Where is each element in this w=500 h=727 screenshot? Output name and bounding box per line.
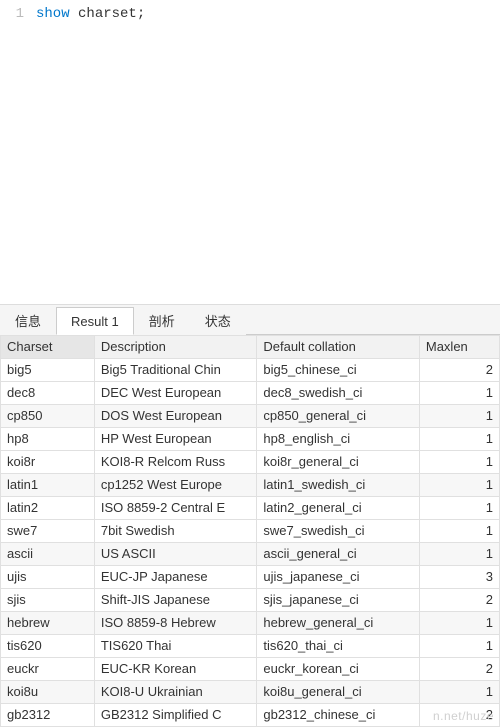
tab-1[interactable]: Result 1 xyxy=(56,307,134,335)
cell-description: ISO 8859-8 Hebrew xyxy=(94,612,257,635)
cell-maxlen: 2 xyxy=(419,658,499,681)
table-row[interactable]: euckrEUC-KR Koreaneuckr_korean_ci2 xyxy=(1,658,500,681)
tab-3[interactable]: 状态 xyxy=(190,304,246,335)
col-maxlen[interactable]: Maxlen xyxy=(419,336,499,359)
code-content: show charset; xyxy=(36,4,145,24)
result-tabs: 信息Result 1剖析状态 xyxy=(0,305,500,335)
cell-collation: latin2_general_ci xyxy=(257,497,420,520)
cell-maxlen: 1 xyxy=(419,428,499,451)
table-row[interactable]: hp8HP West Europeanhp8_english_ci1 xyxy=(1,428,500,451)
cell-description: KOI8-R Relcom Russ xyxy=(94,451,257,474)
cell-collation: hebrew_general_ci xyxy=(257,612,420,635)
cell-collation: hp8_english_ci xyxy=(257,428,420,451)
cell-description: TIS620 Thai xyxy=(94,635,257,658)
table-row[interactable]: koi8uKOI8-U Ukrainiankoi8u_general_ci1 xyxy=(1,681,500,704)
cell-description: DOS West European xyxy=(94,405,257,428)
cell-collation: koi8u_general_ci xyxy=(257,681,420,704)
cell-collation: koi8r_general_ci xyxy=(257,451,420,474)
cell-charset: cp850 xyxy=(1,405,95,428)
cell-description: Big5 Traditional Chin xyxy=(94,359,257,382)
cell-charset: dec8 xyxy=(1,382,95,405)
cell-maxlen: 1 xyxy=(419,543,499,566)
cell-collation: tis620_thai_ci xyxy=(257,635,420,658)
sql-keyword: show xyxy=(36,6,70,22)
table-row[interactable]: sjisShift-JIS Japanesesjis_japanese_ci2 xyxy=(1,589,500,612)
cell-maxlen: 2 xyxy=(419,589,499,612)
cell-maxlen: 2 xyxy=(419,359,499,382)
col-description[interactable]: Description xyxy=(94,336,257,359)
cell-collation: gb2312_chinese_ci xyxy=(257,704,420,727)
header-row: Charset Description Default collation Ma… xyxy=(1,336,500,359)
cell-charset: sjis xyxy=(1,589,95,612)
cell-charset: big5 xyxy=(1,359,95,382)
table-row[interactable]: big5Big5 Traditional Chinbig5_chinese_ci… xyxy=(1,359,500,382)
table-row[interactable]: tis620TIS620 Thaitis620_thai_ci1 xyxy=(1,635,500,658)
cell-description: DEC West European xyxy=(94,382,257,405)
cell-description: US ASCII xyxy=(94,543,257,566)
cell-description: Shift-JIS Japanese xyxy=(94,589,257,612)
table-row[interactable]: gb2312GB2312 Simplified Cgb2312_chinese_… xyxy=(1,704,500,727)
cell-charset: euckr xyxy=(1,658,95,681)
table-row[interactable]: koi8rKOI8-R Relcom Russkoi8r_general_ci1 xyxy=(1,451,500,474)
cell-maxlen: 1 xyxy=(419,474,499,497)
cell-description: ISO 8859-2 Central E xyxy=(94,497,257,520)
table-row[interactable]: latin2ISO 8859-2 Central Elatin2_general… xyxy=(1,497,500,520)
cell-collation: ascii_general_ci xyxy=(257,543,420,566)
cell-charset: hebrew xyxy=(1,612,95,635)
col-charset[interactable]: Charset xyxy=(1,336,95,359)
cell-charset: ascii xyxy=(1,543,95,566)
table-row[interactable]: asciiUS ASCIIascii_general_ci1 xyxy=(1,543,500,566)
cell-charset: latin2 xyxy=(1,497,95,520)
cell-description: GB2312 Simplified C xyxy=(94,704,257,727)
cell-charset: gb2312 xyxy=(1,704,95,727)
cell-maxlen: 1 xyxy=(419,405,499,428)
result-table-wrap: Charset Description Default collation Ma… xyxy=(0,335,500,727)
cell-maxlen: 1 xyxy=(419,520,499,543)
cell-collation: big5_chinese_ci xyxy=(257,359,420,382)
cell-description: 7bit Swedish xyxy=(94,520,257,543)
cell-charset: koi8u xyxy=(1,681,95,704)
sql-editor[interactable]: 1 show charset; xyxy=(0,0,500,305)
cell-collation: cp850_general_ci xyxy=(257,405,420,428)
cell-charset: koi8r xyxy=(1,451,95,474)
cell-description: KOI8-U Ukrainian xyxy=(94,681,257,704)
cell-charset: ujis xyxy=(1,566,95,589)
cell-collation: ujis_japanese_ci xyxy=(257,566,420,589)
result-table: Charset Description Default collation Ma… xyxy=(0,335,500,727)
tab-0[interactable]: 信息 xyxy=(0,304,56,335)
cell-collation: latin1_swedish_ci xyxy=(257,474,420,497)
cell-maxlen: 1 xyxy=(419,382,499,405)
tab-2[interactable]: 剖析 xyxy=(134,304,190,335)
cell-maxlen: 3 xyxy=(419,566,499,589)
cell-maxlen: 1 xyxy=(419,612,499,635)
table-row[interactable]: hebrewISO 8859-8 Hebrewhebrew_general_ci… xyxy=(1,612,500,635)
cell-maxlen: 1 xyxy=(419,635,499,658)
table-row[interactable]: dec8DEC West Europeandec8_swedish_ci1 xyxy=(1,382,500,405)
cell-maxlen: 1 xyxy=(419,681,499,704)
cell-description: HP West European xyxy=(94,428,257,451)
cell-description: EUC-KR Korean xyxy=(94,658,257,681)
cell-description: cp1252 West Europe xyxy=(94,474,257,497)
cell-collation: euckr_korean_ci xyxy=(257,658,420,681)
cell-maxlen: 1 xyxy=(419,497,499,520)
table-row[interactable]: ujisEUC-JP Japaneseujis_japanese_ci3 xyxy=(1,566,500,589)
cell-collation: swe7_swedish_ci xyxy=(257,520,420,543)
cell-charset: latin1 xyxy=(1,474,95,497)
cell-maxlen: 1 xyxy=(419,451,499,474)
cell-charset: swe7 xyxy=(1,520,95,543)
table-row[interactable]: latin1cp1252 West Europelatin1_swedish_c… xyxy=(1,474,500,497)
table-row[interactable]: swe77bit Swedishswe7_swedish_ci1 xyxy=(1,520,500,543)
cell-description: EUC-JP Japanese xyxy=(94,566,257,589)
col-default-collation[interactable]: Default collation xyxy=(257,336,420,359)
sql-rest: charset; xyxy=(70,6,146,22)
line-number: 1 xyxy=(0,4,36,24)
cell-charset: hp8 xyxy=(1,428,95,451)
code-line: 1 show charset; xyxy=(0,4,500,24)
watermark: n.net/huze xyxy=(433,709,494,723)
cell-collation: sjis_japanese_ci xyxy=(257,589,420,612)
cell-charset: tis620 xyxy=(1,635,95,658)
table-row[interactable]: cp850DOS West Europeancp850_general_ci1 xyxy=(1,405,500,428)
cell-collation: dec8_swedish_ci xyxy=(257,382,420,405)
